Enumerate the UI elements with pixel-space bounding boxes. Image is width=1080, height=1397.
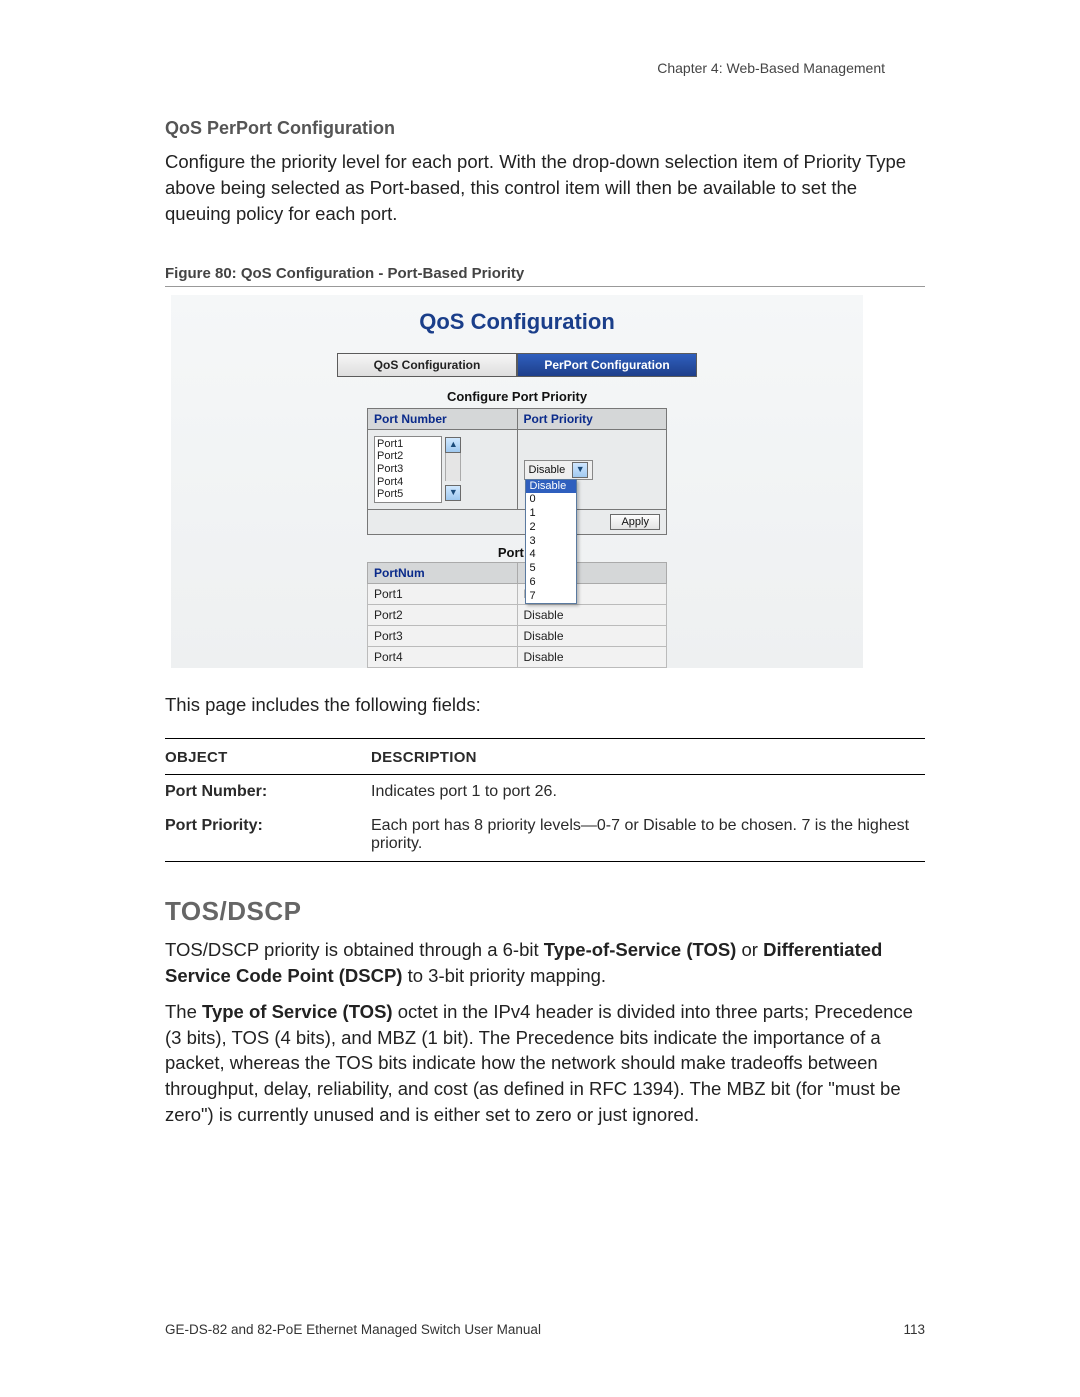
configure-port-priority-table: Port Number Port Priority Port1 Port2 Po…	[367, 408, 667, 535]
field-object: Port Number:	[165, 774, 371, 809]
section-title-tos-dscp: TOS/DSCP	[165, 896, 925, 927]
cell-port: Port1	[368, 583, 518, 604]
tab-perport-configuration[interactable]: PerPort Configuration	[517, 353, 697, 377]
dropdown-option[interactable]: 1	[526, 507, 576, 521]
dropdown-option[interactable]: 0	[526, 493, 576, 507]
cell-priority: Disable	[517, 646, 667, 667]
port-priority-status-table: PortNum Port1 Disable Port2 Disable Port…	[367, 562, 667, 668]
dropdown-option[interactable]: 4	[526, 548, 576, 562]
dropdown-option[interactable]: 2	[526, 521, 576, 535]
tos-dscp-para-2: The Type of Service (TOS) octet in the I…	[165, 999, 925, 1128]
figure-caption: Figure 80: QoS Configuration - Port-Base…	[165, 265, 925, 282]
tos-dscp-para-1: TOS/DSCP priority is obtained through a …	[165, 937, 925, 989]
apply-button[interactable]: Apply	[610, 514, 660, 530]
fields-table: OBJECT DESCRIPTION Port Number: Indicate…	[165, 738, 925, 862]
col-header-port-number: Port Number	[368, 408, 518, 429]
table-row: Port1 Disable	[368, 583, 667, 604]
cell-port: Port3	[368, 625, 518, 646]
footer-manual-title: GE-DS-82 and 82-PoE Ethernet Managed Swi…	[165, 1322, 541, 1337]
scrollbar-track[interactable]	[445, 453, 461, 481]
port-number-listbox[interactable]: Port1 Port2 Port3 Port4 Port5	[374, 436, 442, 503]
port-priority-status-heading: Port P	[367, 539, 667, 562]
list-item[interactable]: Port3	[377, 463, 439, 476]
scroll-down-icon[interactable]: ▼	[445, 485, 461, 501]
chevron-down-icon[interactable]: ▼	[572, 462, 588, 478]
cell-port: Port4	[368, 646, 518, 667]
field-object: Port Priority:	[165, 809, 371, 862]
table-row: Port Priority: Each port has 8 priority …	[165, 809, 925, 862]
list-item[interactable]: Port5	[377, 488, 439, 501]
th-description: DESCRIPTION	[371, 739, 925, 775]
port-priority-dropdown[interactable]: Disable 0 1 2 3 4 5 6 7	[525, 479, 577, 605]
dropdown-option[interactable]: 7	[526, 590, 576, 604]
col-header-port-priority: Port Priority	[517, 408, 667, 429]
page-header-chapter: Chapter 4: Web-Based Management	[657, 60, 885, 76]
cell-priority: Disable	[517, 604, 667, 625]
field-description: Indicates port 1 to port 26.	[371, 774, 925, 809]
dropdown-option[interactable]: 5	[526, 562, 576, 576]
configure-port-priority-heading: Configure Port Priority	[171, 389, 863, 404]
fields-intro: This page includes the following fields:	[165, 694, 925, 716]
panel-title: QoS Configuration	[171, 295, 863, 353]
list-item[interactable]: Port2	[377, 450, 439, 463]
table-row: Port Number: Indicates port 1 to port 26…	[165, 774, 925, 809]
figure-rule	[165, 286, 925, 287]
cell-port: Port2	[368, 604, 518, 625]
table-row: Port4 Disable	[368, 646, 667, 667]
tab-qos-configuration[interactable]: QoS Configuration	[337, 353, 517, 377]
port-priority-select[interactable]: Disable ▼ Disable 0 1 2 3 4 5 6 7	[524, 460, 594, 480]
list-item[interactable]: Port4	[377, 476, 439, 489]
port-priority-selected: Disable	[529, 464, 566, 476]
figure-screenshot: QoS Configuration QoS Configuration PerP…	[171, 295, 863, 668]
section-body-qos-perport: Configure the priority level for each po…	[165, 149, 925, 227]
footer-page-number: 113	[903, 1322, 925, 1337]
table-row: Port2 Disable	[368, 604, 667, 625]
cell-priority: Disable	[517, 625, 667, 646]
th-object: OBJECT	[165, 739, 371, 775]
dropdown-option[interactable]: 3	[526, 535, 576, 549]
dropdown-option[interactable]: Disable	[526, 480, 576, 494]
tab-bar: QoS Configuration PerPort Configuration	[337, 353, 697, 377]
table-row: Port3 Disable	[368, 625, 667, 646]
dropdown-option[interactable]: 6	[526, 576, 576, 590]
list-item[interactable]: Port1	[377, 438, 439, 451]
field-description: Each port has 8 priority levels—0-7 or D…	[371, 809, 925, 862]
col-header-portnum: PortNum	[368, 562, 518, 583]
section-title-qos-perport: QoS PerPort Configuration	[165, 118, 925, 139]
scroll-up-icon[interactable]: ▲	[445, 437, 461, 453]
